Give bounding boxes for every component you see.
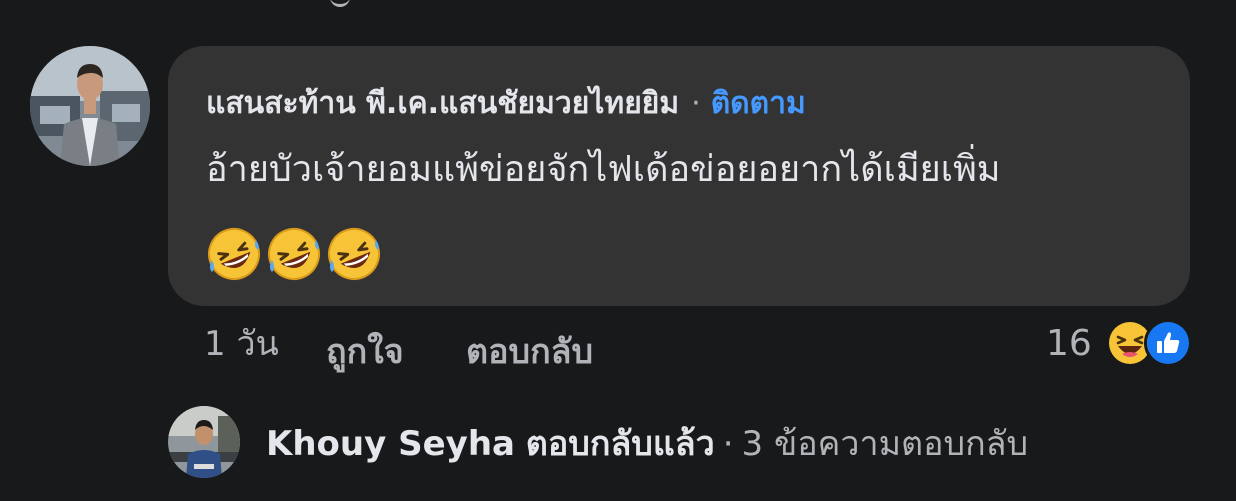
comment-emoji-row [206,226,382,282]
reply-author-name: Khouy Seyha [266,424,515,464]
separator-dot: · [722,424,734,464]
comment-header: แสนสะท้าน พี.เค.แสนชัยมวยไทยยิม · ติดตาม [206,84,806,124]
replied-label: ตอบกลับแล้ว [525,424,715,464]
comment-bubble: แสนสะท้าน พี.เค.แสนชัยมวยไทยยิม · ติดตาม อ… [168,46,1190,306]
reply-count: 3 ข้อความตอบกลับ [741,424,1029,464]
reply-author-avatar[interactable] [168,406,240,478]
reaction-count: 16 [1046,322,1092,364]
commenter-avatar[interactable] [30,46,150,166]
reply-button[interactable]: ตอบกลับ [466,330,593,374]
previous-comment-fragment [330,0,350,7]
like-button[interactable]: ถูกใจ [326,330,404,374]
comment-timestamp[interactable]: 1 วัน [204,322,279,366]
comment-author-name[interactable]: แสนสะท้าน พี.เค.แสนชัยมวยไทยยิม [206,86,679,121]
follow-link[interactable]: ติดตาม [711,86,806,121]
separator-dot: · [691,86,701,121]
reaction-summary[interactable]: 16 [1046,318,1192,368]
rofl-emoji [206,226,262,282]
like-icon [1143,319,1192,367]
view-replies-link[interactable]: Khouy Seyha ตอบกลับแล้ว · 3 ข้อความตอบกลับ [266,420,1028,468]
rofl-emoji [326,226,382,282]
rofl-emoji [266,226,322,282]
comment-text: อ้ายบัวเจ้ายอมแพ้ข่อยจักไฟเด้อข่อยอยากได… [206,149,1001,190]
